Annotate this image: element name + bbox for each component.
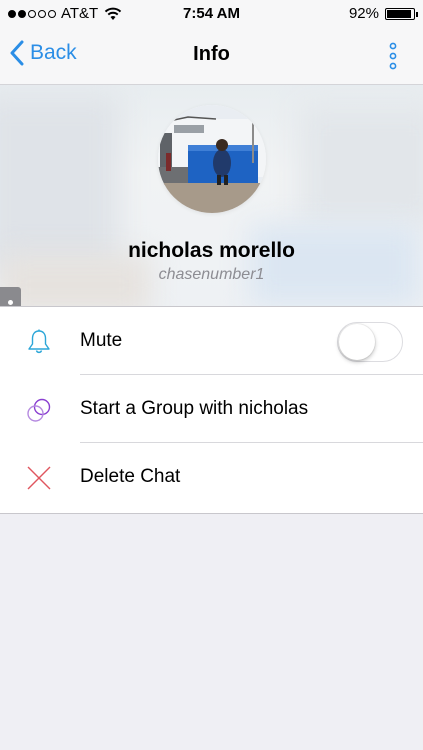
bell-icon: [28, 329, 50, 354]
profile-header: nicholas morello chasenumber1: [0, 85, 423, 306]
group-circles-icon: [27, 398, 51, 422]
mute-toggle[interactable]: [337, 322, 403, 362]
page-title: Info: [193, 43, 230, 65]
battery-percent: 92%: [348, 5, 379, 22]
start-group-row[interactable]: Start a Group with nicholas: [0, 375, 423, 443]
profile-username: chasenumber1: [158, 266, 265, 283]
mute-label: Mute: [80, 330, 123, 351]
settings-list: Mute Start a Group with nicholas Delete …: [0, 306, 423, 514]
toggle-knob: [339, 324, 375, 360]
status-bar: AT&T 7:54 AM 92%: [0, 0, 423, 28]
profile-name: nicholas morello: [128, 239, 295, 262]
background-blur: [300, 105, 423, 225]
start-group-label: Start a Group with nicholas: [80, 398, 309, 419]
delete-chat-label: Delete Chat: [80, 466, 181, 487]
avatar[interactable]: [158, 105, 266, 213]
status-right: 92%: [348, 5, 418, 22]
battery-fill: [387, 9, 411, 18]
handle-dot: [8, 299, 13, 305]
delete-chat-row[interactable]: Delete Chat: [0, 443, 423, 511]
avatar-photo: [158, 105, 266, 213]
navigation-bar: Back Info: [0, 28, 423, 85]
more-options-icon[interactable]: [385, 42, 401, 70]
background-blur: [250, 225, 420, 305]
mute-row[interactable]: Mute: [0, 307, 423, 375]
x-icon: [27, 466, 51, 490]
battery-icon: [385, 7, 418, 20]
